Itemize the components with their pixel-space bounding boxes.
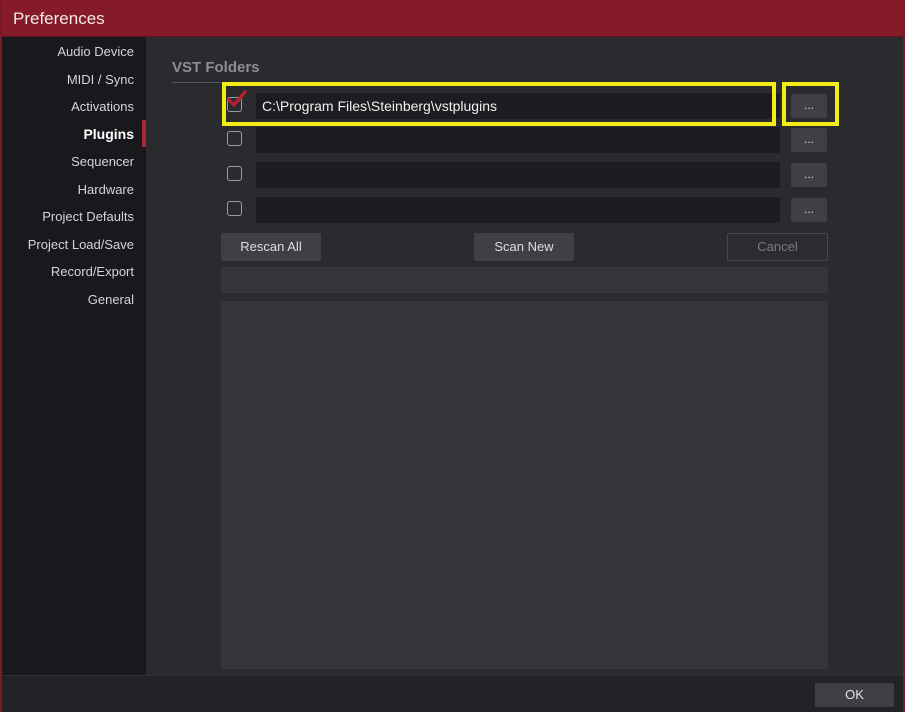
folder-4-browse-button[interactable]: ... <box>791 198 827 222</box>
rescan-all-button[interactable]: Rescan All <box>221 233 321 261</box>
folder-1-enabled-checkbox[interactable] <box>227 90 247 112</box>
dialog-footer: OK <box>2 675 903 712</box>
folder-2-path-field[interactable] <box>256 127 780 153</box>
folder-3-enabled-checkbox[interactable] <box>227 166 242 181</box>
folder-4-enabled-checkbox[interactable] <box>227 201 242 216</box>
folder-3-path-field[interactable] <box>256 162 780 188</box>
folder-1-browse-button[interactable]: ... <box>791 94 827 118</box>
sidebar-item-hardware[interactable]: Hardware <box>78 182 134 197</box>
folder-2-browse-button[interactable]: ... <box>791 128 827 152</box>
scan-status-bar <box>221 267 828 293</box>
scan-log-area[interactable] <box>221 301 828 669</box>
folder-3-browse-button[interactable]: ... <box>791 163 827 187</box>
sidebar-item-project-load-save[interactable]: Project Load/Save <box>28 237 134 252</box>
preferences-window: Preferences Audio Device MIDI / Sync Act… <box>0 0 905 712</box>
section-divider <box>172 82 262 83</box>
cancel-scan-button[interactable]: Cancel <box>727 233 828 261</box>
sidebar-item-plugins[interactable]: Plugins <box>83 126 134 142</box>
window-title: Preferences <box>2 0 903 37</box>
sidebar-item-activations[interactable]: Activations <box>71 99 134 114</box>
sidebar-item-general[interactable]: General <box>88 292 134 307</box>
ok-button[interactable]: OK <box>815 683 894 707</box>
folder-1-path-field[interactable]: C:\Program Files\Steinberg\vstplugins <box>256 93 780 119</box>
sidebar-item-project-defaults[interactable]: Project Defaults <box>42 209 134 224</box>
preferences-sidebar: Audio Device MIDI / Sync Activations Plu… <box>2 37 146 675</box>
folder-4-path-field[interactable] <box>256 197 780 223</box>
sidebar-item-sequencer[interactable]: Sequencer <box>71 154 134 169</box>
sidebar-item-record-export[interactable]: Record/Export <box>51 264 134 279</box>
section-title: VST Folders <box>172 59 260 76</box>
scan-new-button[interactable]: Scan New <box>474 233 574 261</box>
plugins-panel: VST Folders C:\Program Files\Steinberg\v… <box>146 37 903 675</box>
sidebar-item-audio-device[interactable]: Audio Device <box>57 44 134 59</box>
sidebar-item-midi-sync[interactable]: MIDI / Sync <box>67 72 134 87</box>
folder-2-enabled-checkbox[interactable] <box>227 131 242 146</box>
checkmark-icon <box>227 90 247 107</box>
